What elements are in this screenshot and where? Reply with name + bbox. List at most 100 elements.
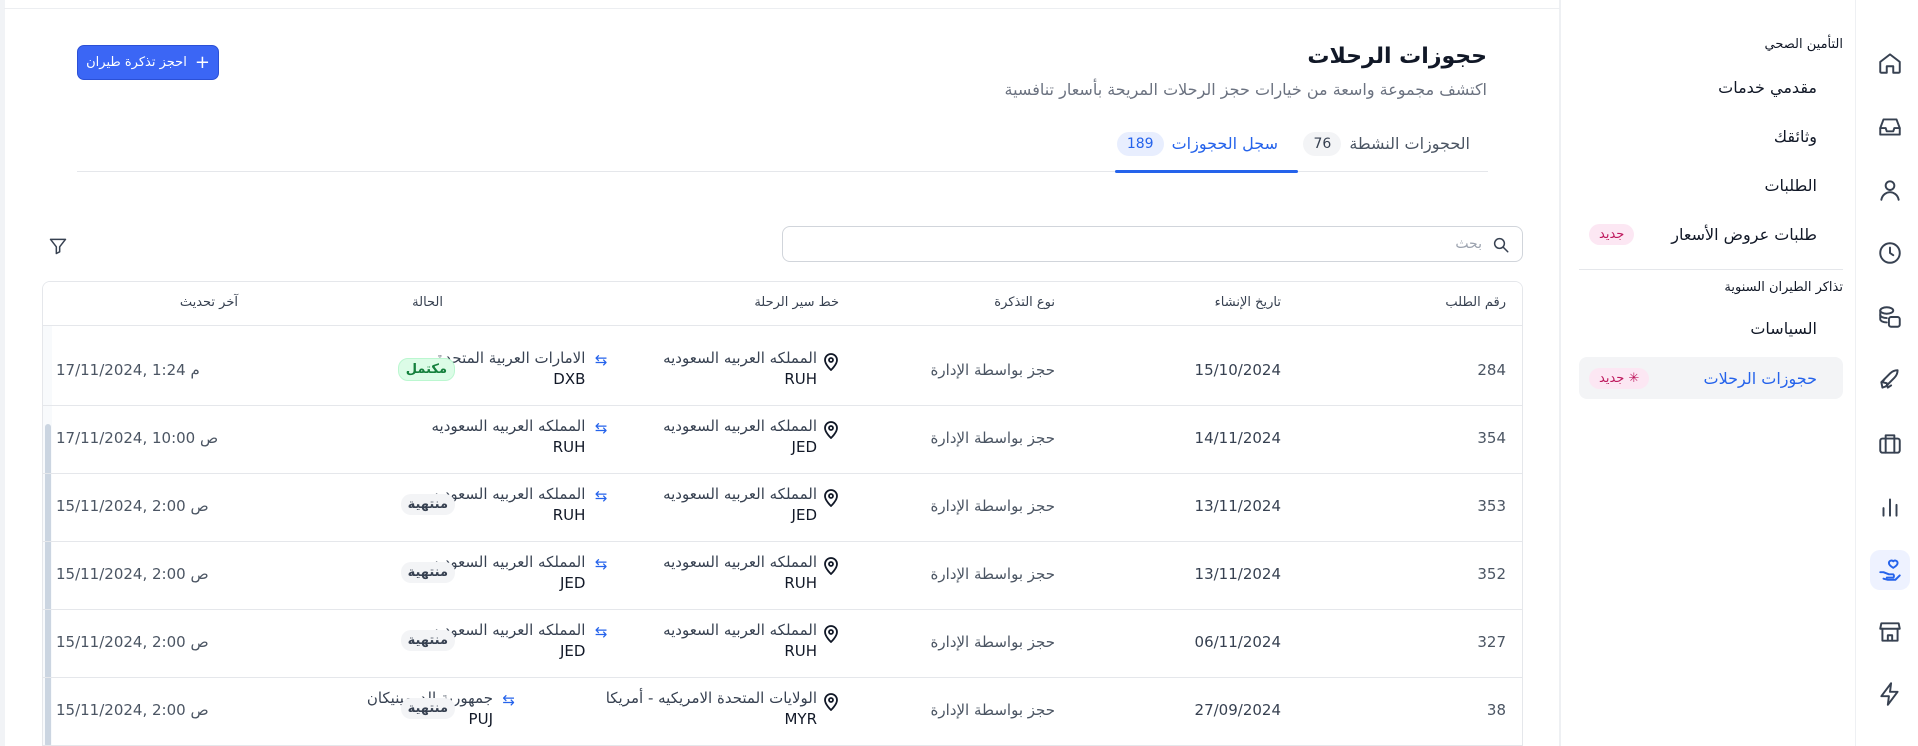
page-subtitle: اكتشف مجموعة واسعة من خيارات حجز الرحلات…: [1004, 80, 1487, 99]
swap-arrows-icon: ⇆: [594, 623, 608, 641]
location-pin-icon: [823, 625, 839, 644]
route-from: المملكه العربيه السعوديه: [663, 349, 817, 367]
route-from: المملكه العربيه السعوديه: [663, 621, 817, 639]
swap-arrows-icon: ⇆: [594, 419, 608, 437]
request-id: 38: [1486, 701, 1506, 719]
table-row[interactable]: 352 13/11/2024 حجز بواسطة الإدارة المملكه ا…: [43, 542, 1522, 610]
book-flight-label: احجز تذكرة طيران: [86, 55, 187, 70]
main-content: حجوزات الرحلات اكتشف مجموعة واسعة من خيا…: [0, 0, 1560, 746]
request-id: 352: [1477, 565, 1506, 583]
sidebar-item-flight-bookings[interactable]: حجوزات الرحلات ✳ جديد: [1579, 357, 1843, 399]
sidebar-item-quote-requests[interactable]: طلبات عروض الأسعار جديد: [1579, 213, 1827, 255]
home-icon[interactable]: [1870, 43, 1910, 83]
sidebar-item-policies[interactable]: السياسات: [1579, 307, 1827, 349]
route-to-code: JED: [559, 642, 586, 660]
bar-chart-icon[interactable]: [1870, 487, 1910, 527]
tab-count: 76: [1303, 131, 1342, 156]
search-box[interactable]: [782, 226, 1523, 262]
sidebar-divider: [1579, 269, 1843, 270]
last-updated: 17/11/2024, 10:00 ص: [56, 429, 219, 447]
last-updated: 15/11/2024, 2:00 ص: [56, 701, 209, 719]
store-icon[interactable]: [1870, 612, 1910, 652]
route-from-code: JED: [791, 506, 817, 524]
route-to-code: RUH: [552, 438, 586, 456]
new-badge: جديد: [1589, 223, 1635, 245]
route-from: المملكه العربيه السعوديه: [663, 553, 817, 571]
rocket-icon[interactable]: [1870, 360, 1910, 400]
table-header: رقم الطلب تاريخ الإنشاء نوع التذكرة خط س…: [43, 282, 1522, 326]
inbox-icon[interactable]: [1870, 107, 1910, 147]
route-from-code: RUH: [784, 642, 817, 660]
search-input[interactable]: [802, 227, 1482, 261]
top-divider: [4, 8, 1560, 9]
ticket-type: حجز بواسطة الإدارة: [930, 701, 1055, 719]
tabs-bar: الحجوزات النشطة 76 سجل الحجوزات 189: [77, 115, 1488, 173]
last-updated: 15/11/2024, 2:00 ص: [56, 565, 209, 583]
route-from: الولايات المتحدة الامريكيه - أمريكا: [605, 689, 817, 707]
swap-arrows-icon: ⇆: [594, 487, 608, 505]
status-badge: منتهية: [400, 698, 455, 719]
tab-count: 189: [1116, 131, 1164, 156]
route-to: الامارات العربية المتحدة: [436, 349, 586, 367]
table-row[interactable]: 354 14/11/2024 حجز بواسطة الإدارة المملكه ا…: [43, 406, 1522, 474]
swap-arrows-icon: ⇆: [594, 555, 608, 573]
new-badge: ✳ جديد: [1589, 367, 1650, 389]
table-row[interactable]: 327 06/11/2024 حجز بواسطة الإدارة المملكه ا…: [43, 610, 1522, 678]
filter-icon[interactable]: [48, 236, 68, 256]
col-last-updated: آخر تحديث: [179, 295, 238, 310]
table-row[interactable]: 284 15/10/2024 حجز بواسطة الإدارة المملكه ا…: [43, 338, 1522, 406]
book-flight-button[interactable]: + احجز تذكرة طيران: [77, 45, 219, 80]
col-request-id: رقم الطلب: [1445, 295, 1506, 310]
table-row[interactable]: 353 13/11/2024 حجز بواسطة الإدارة المملكه ا…: [43, 474, 1522, 542]
clock-icon[interactable]: [1870, 233, 1910, 273]
location-pin-icon: [823, 421, 839, 440]
tab-booking-history[interactable]: سجل الحجوزات 189: [1114, 115, 1299, 173]
sparkle-icon: ✳: [1624, 370, 1640, 386]
sidebar-item-label: السياسات: [1750, 318, 1817, 338]
page-title: حجوزات الرحلات: [1307, 44, 1487, 69]
left-edge: [0, 0, 5, 746]
col-route: خط سير الرحلة: [754, 295, 839, 310]
briefcase-icon[interactable]: [1870, 424, 1910, 464]
sidebar-item-label: حجوزات الرحلات: [1703, 368, 1817, 388]
created-date: 06/11/2024: [1194, 633, 1281, 651]
sidebar-item-requests[interactable]: الطلبات: [1579, 164, 1827, 206]
sidebar: التأمين الصحي مقدمي خدمات وثائقك الطلبات…: [1560, 0, 1855, 746]
user-icon[interactable]: [1870, 170, 1910, 210]
coins-icon[interactable]: [1870, 297, 1910, 337]
plus-icon: +: [194, 51, 210, 73]
col-created-date: تاريخ الإنشاء: [1214, 295, 1281, 310]
ticket-type: حجز بواسطة الإدارة: [930, 633, 1055, 651]
ticket-type: حجز بواسطة الإدارة: [930, 497, 1055, 515]
status-badge: منتهية: [400, 494, 455, 515]
location-pin-icon: [823, 557, 839, 576]
sidebar-item-label: طلبات عروض الأسعار: [1671, 224, 1817, 244]
lightning-icon[interactable]: [1870, 674, 1910, 714]
ticket-type: حجز بواسطة الإدارة: [930, 361, 1055, 379]
last-updated: 17/11/2024, 1:24 م: [56, 361, 200, 379]
ticket-type: حجز بواسطة الإدارة: [930, 429, 1055, 447]
table-row[interactable]: 38 27/09/2024 حجز بواسطة الإدارة الولايات ا…: [43, 678, 1522, 746]
col-status: الحالة: [412, 295, 443, 310]
sidebar-section-health: التأمين الصحي: [1764, 37, 1843, 52]
location-pin-icon: [823, 353, 839, 372]
sidebar-item-label: مقدمي خدمات: [1718, 77, 1817, 97]
created-date: 13/11/2024: [1194, 497, 1281, 515]
route-from-code: MYR: [784, 710, 817, 728]
sidebar-item-label: الطلبات: [1764, 175, 1817, 195]
col-ticket-type: نوع التذكرة: [994, 295, 1055, 310]
sidebar-item-providers[interactable]: مقدمي خدمات: [1579, 66, 1827, 108]
request-id: 353: [1477, 497, 1506, 515]
request-id: 327: [1477, 633, 1506, 651]
created-date: 13/11/2024: [1194, 565, 1281, 583]
status-badge: مكتمل: [397, 358, 455, 381]
sidebar-item-label: وثائقك: [1773, 126, 1817, 146]
tab-active-bookings[interactable]: الحجوزات النشطة 76: [1303, 115, 1470, 172]
last-updated: 15/11/2024, 2:00 ص: [56, 633, 209, 651]
created-date: 15/10/2024: [1194, 361, 1281, 379]
request-id: 354: [1477, 429, 1506, 447]
sidebar-item-documents[interactable]: وثائقك: [1579, 115, 1827, 157]
hand-heart-icon[interactable]: [1870, 550, 1910, 590]
route-from-code: RUH: [784, 574, 817, 592]
new-badge-label: جديد: [1599, 370, 1625, 386]
